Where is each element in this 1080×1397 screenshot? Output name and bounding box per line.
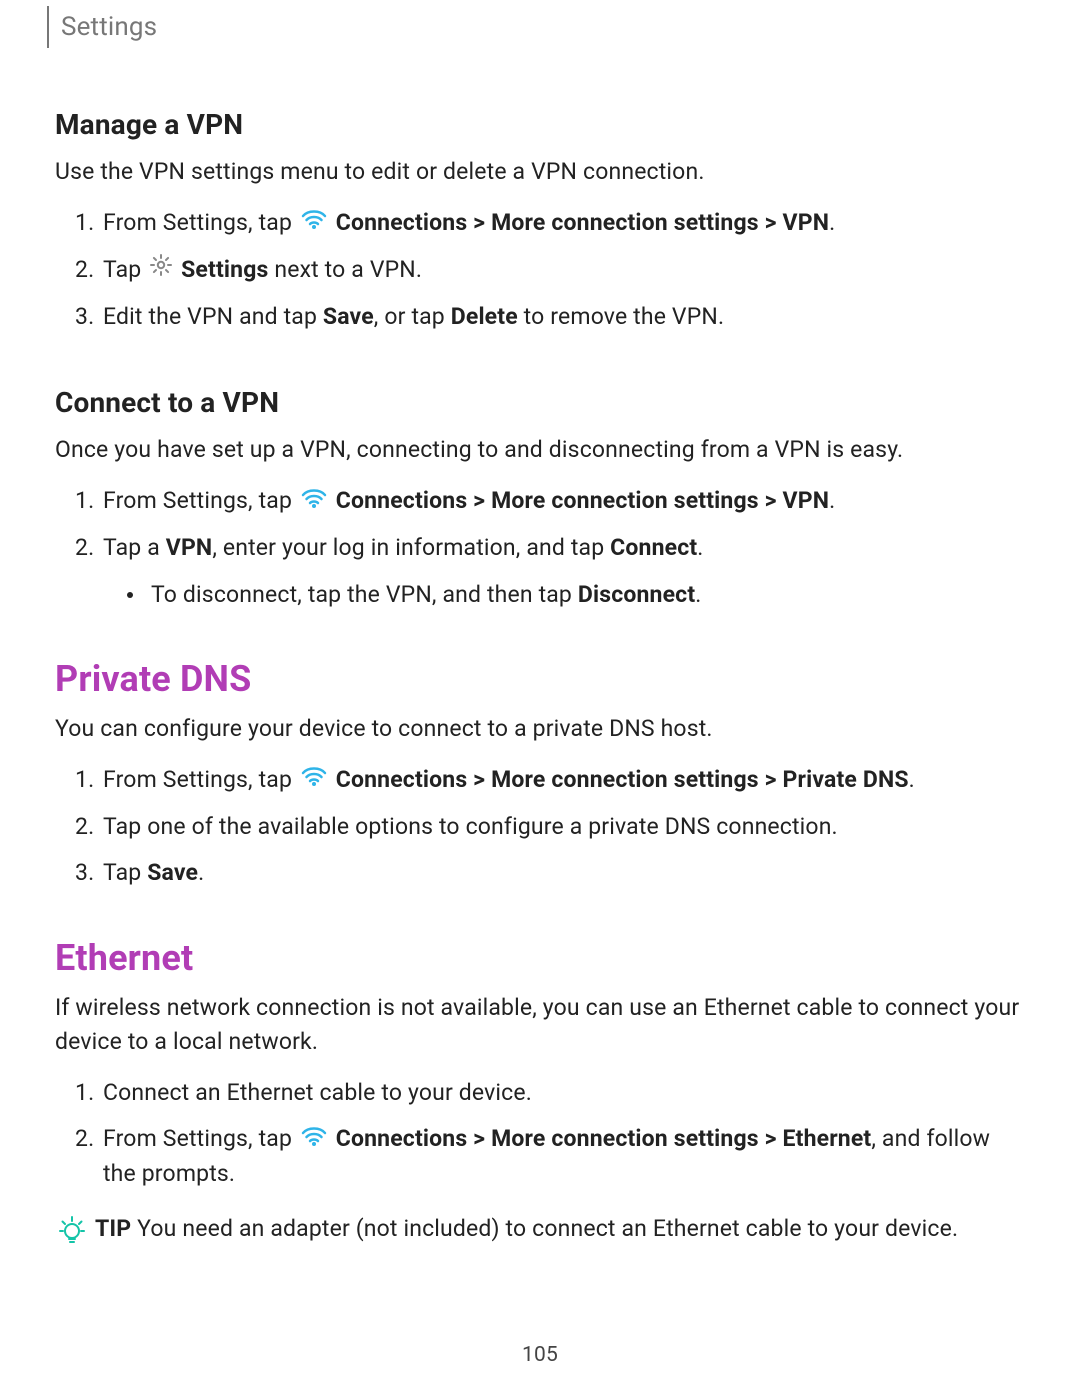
text: From Settings, tap bbox=[103, 1125, 298, 1152]
wifi-icon bbox=[300, 763, 328, 798]
intro-ethernet: If wireless network connection is not av… bbox=[55, 991, 1025, 1060]
intro-manage-vpn: Use the VPN settings menu to edit or del… bbox=[55, 155, 1025, 190]
text: Save bbox=[147, 859, 198, 886]
text: . bbox=[829, 487, 835, 514]
text: . bbox=[829, 209, 835, 236]
tip-text-wrap: TIP You need an adapter (not included) t… bbox=[95, 1212, 958, 1247]
wifi-icon bbox=[300, 1123, 328, 1158]
text: . bbox=[198, 859, 204, 886]
list-manage-vpn: From Settings, tap Connections > More co… bbox=[55, 206, 1025, 335]
text: Connect an Ethernet cable to your device… bbox=[103, 1079, 532, 1106]
heading-connect-vpn: Connect to a VPN bbox=[55, 386, 1025, 419]
text: To disconnect, tap the VPN, and then tap bbox=[151, 581, 578, 608]
text: Settings bbox=[175, 256, 268, 283]
list-item: From Settings, tap Connections > More co… bbox=[55, 1122, 1025, 1192]
wifi-icon bbox=[300, 485, 328, 520]
list-item: From Settings, tap Connections > More co… bbox=[55, 484, 1025, 519]
text: . bbox=[697, 534, 703, 561]
text: From Settings, tap bbox=[103, 766, 298, 793]
lightbulb-icon bbox=[55, 1214, 89, 1259]
text: VPN bbox=[166, 534, 213, 561]
text: Tap one of the available options to conf… bbox=[103, 813, 838, 840]
list-connect-vpn: From Settings, tap Connections > More co… bbox=[55, 484, 1025, 612]
list-item: From Settings, tap Connections > More co… bbox=[55, 763, 1025, 798]
text: Save bbox=[323, 303, 374, 330]
text: From Settings, tap bbox=[103, 487, 298, 514]
page-number: 105 bbox=[0, 1343, 1080, 1367]
text: Disconnect bbox=[578, 581, 695, 608]
list-ethernet: Connect an Ethernet cable to your device… bbox=[55, 1076, 1025, 1192]
text: Connections > More connection settings >… bbox=[330, 1125, 871, 1152]
text: Tap bbox=[103, 859, 147, 886]
text: From Settings, tap bbox=[103, 209, 298, 236]
header-rule bbox=[47, 6, 49, 48]
heading-manage-vpn: Manage a VPN bbox=[55, 108, 1025, 141]
text: , or tap bbox=[374, 303, 451, 330]
text: , enter your log in information, and tap bbox=[212, 534, 610, 561]
intro-connect-vpn: Once you have set up a VPN, connecting t… bbox=[55, 433, 1025, 468]
tip-block: TIP You need an adapter (not included) t… bbox=[55, 1212, 1025, 1259]
header-title: Settings bbox=[61, 12, 157, 42]
sublist: To disconnect, tap the VPN, and then tap… bbox=[103, 578, 1025, 613]
text: . bbox=[695, 581, 701, 608]
list-item: Tap Settings next to a VPN. bbox=[55, 253, 1025, 288]
heading-ethernet: Ethernet bbox=[55, 937, 1025, 979]
list-item: Connect an Ethernet cable to your device… bbox=[55, 1076, 1025, 1111]
tip-label: TIP bbox=[95, 1215, 131, 1242]
text: Connections > More connection settings >… bbox=[330, 209, 829, 236]
list-item: Tap a VPN, enter your log in information… bbox=[55, 531, 1025, 612]
text: next to a VPN. bbox=[268, 256, 422, 283]
list-item: Edit the VPN and tap Save, or tap Delete… bbox=[55, 300, 1025, 335]
text: to remove the VPN. bbox=[518, 303, 724, 330]
text: Edit the VPN and tap bbox=[103, 303, 323, 330]
text: Connect bbox=[610, 534, 697, 561]
text: Tap a bbox=[103, 534, 166, 561]
list-item: To disconnect, tap the VPN, and then tap… bbox=[103, 578, 1025, 613]
wifi-icon bbox=[300, 206, 328, 241]
list-item: From Settings, tap Connections > More co… bbox=[55, 206, 1025, 241]
intro-private-dns: You can configure your device to connect… bbox=[55, 712, 1025, 747]
page-header: Settings bbox=[55, 0, 1025, 56]
text: Tap bbox=[103, 256, 147, 283]
list-item: Tap Save. bbox=[55, 856, 1025, 891]
text: Connections > More connection settings >… bbox=[330, 766, 909, 793]
gear-icon bbox=[149, 253, 173, 288]
tip-text: You need an adapter (not included) to co… bbox=[131, 1215, 958, 1242]
text: Delete bbox=[451, 303, 518, 330]
heading-private-dns: Private DNS bbox=[55, 658, 1025, 700]
list-item: Tap one of the available options to conf… bbox=[55, 810, 1025, 845]
list-private-dns: From Settings, tap Connections > More co… bbox=[55, 763, 1025, 891]
text: . bbox=[909, 766, 915, 793]
text: Connections > More connection settings >… bbox=[330, 487, 829, 514]
